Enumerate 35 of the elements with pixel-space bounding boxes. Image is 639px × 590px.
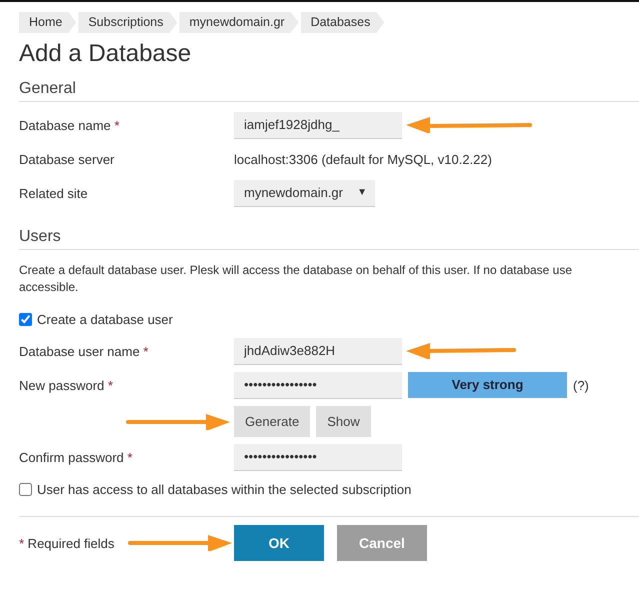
checkbox-label: User has access to all databases within the selected subscription	[37, 482, 412, 496]
password-field[interactable]: ••••••••••••••••	[234, 372, 402, 398]
field-label: Confirm password *	[19, 450, 134, 464]
field-label: Related site	[19, 186, 89, 200]
breadcrumb-link[interactable]: Home	[19, 12, 76, 33]
arrow-icon	[126, 414, 230, 430]
breadcrumb-link[interactable]: mynewdomain.gr	[179, 12, 299, 33]
checkbox[interactable]	[19, 482, 32, 496]
help-link[interactable]: (?)	[573, 378, 589, 392]
arrow-icon	[128, 535, 232, 551]
password-field[interactable]: ••••••••••••••••	[234, 444, 402, 470]
arrow-icon	[406, 116, 532, 132]
breadcrumb-link[interactable]: Subscriptions	[78, 12, 178, 33]
checkbox[interactable]	[19, 312, 32, 326]
input-field[interactable]: jhdAdiw3e882H	[234, 338, 402, 364]
input-field[interactable]: iamjef1928jdhg_	[234, 112, 402, 138]
password-button[interactable]: Show	[316, 406, 371, 436]
checkbox-label: Create a database user	[37, 312, 173, 326]
password-button[interactable]: Generate	[234, 406, 310, 436]
field-label: Database server	[19, 152, 116, 166]
field-value: localhost:3306 (default for MySQL, v10.2.22)	[234, 152, 492, 166]
field-label: Database user name *	[19, 344, 150, 358]
ok-button[interactable]: OK	[234, 525, 324, 561]
description-text: accessible.	[19, 279, 80, 296]
field-label: Database name *	[19, 118, 120, 132]
site-dropdown[interactable]: mynewdomain.gr ▼	[234, 180, 375, 206]
section-heading: Users	[19, 228, 639, 250]
required-note: * Required fields	[19, 536, 114, 550]
page-title: Add a Database	[19, 40, 192, 68]
description-text: Create a default database user. Plesk will access the database on behalf of this user. If no database use	[19, 262, 574, 279]
strength-indicator: Very strong	[408, 372, 567, 398]
arrow-icon	[406, 342, 516, 358]
field-label: New password *	[19, 378, 114, 392]
breadcrumb-link[interactable]: Databases	[300, 12, 384, 33]
section-heading: General	[19, 80, 639, 102]
